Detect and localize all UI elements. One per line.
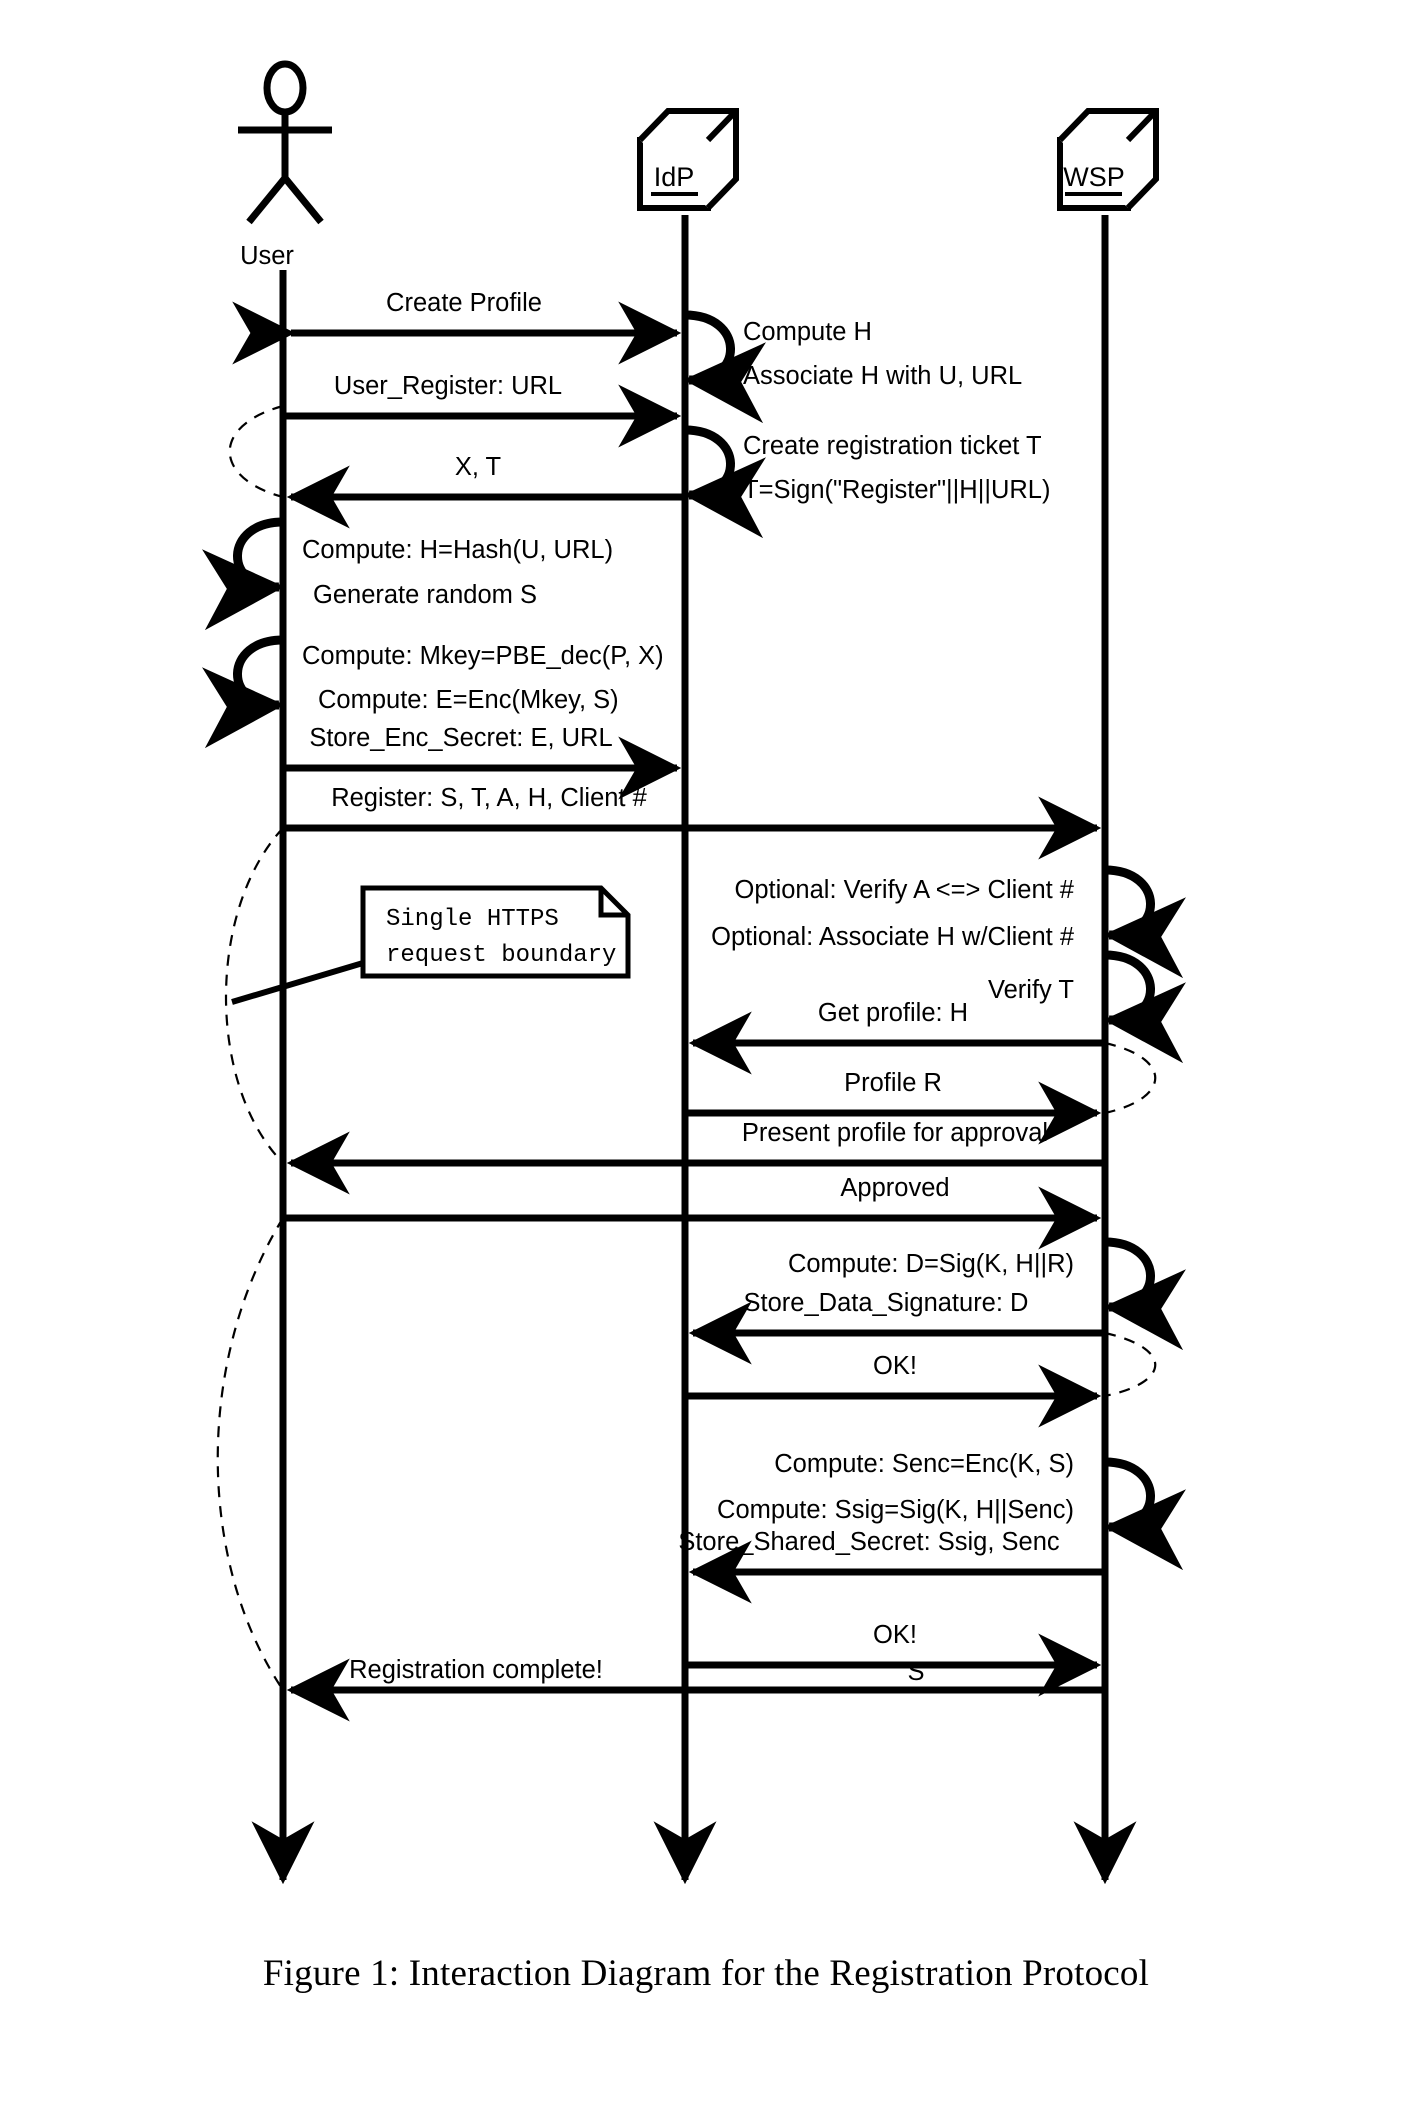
self-call-idp-2 (683, 425, 766, 539)
self-call-note-idp-1-line-2: Associate H with U, URL (743, 362, 1022, 390)
message-label-profile-r: Profile R (844, 1069, 942, 1097)
self-call-note-idp-2-line-2: T=Sign("Register"||H||URL) (743, 476, 1050, 504)
sequence-diagram: User IdP WSP Create Profile User_Registe… (202, 60, 1186, 1885)
message-label-get-profile: Get profile: H (818, 999, 968, 1027)
message-label-create-profile: Create Profile (386, 289, 542, 317)
actor-user-figure (238, 60, 332, 225)
self-call-note-user-1-line-2: Generate random S (313, 581, 537, 609)
self-call-user-1 (202, 517, 285, 631)
self-call-note-idp-1-line-1: Compute H (743, 318, 872, 346)
note-text-line-2: request boundary (386, 942, 616, 969)
message-label-present-profile: Present profile for approval (742, 1119, 1048, 1147)
lifelines (251, 215, 1137, 1885)
bracket-wsp-ok (1104, 1331, 1157, 1398)
figure-page: User IdP WSP Create Profile User_Registe… (0, 0, 1412, 2101)
self-call-note-wsp-1-line-1: Optional: Verify A <=> Client # (734, 876, 1074, 904)
message-label-ok-1: OK! (873, 1352, 917, 1380)
self-call-wsp-2 (1103, 950, 1186, 1064)
bracket-full (216, 1217, 284, 1691)
figure-caption: Figure 1: Interaction Diagram for the Re… (262, 1953, 1150, 1994)
message-label-registration-complete: Registration complete! (349, 1656, 603, 1684)
message-label-register: Register: S, T, A, H, Client # (331, 784, 647, 812)
message-label-user-register: User_Register: URL (334, 372, 562, 400)
message-label-s: S (907, 1658, 924, 1686)
self-call-note-wsp-4-line-2: Compute: Ssig=Sig(K, H||Senc) (717, 1496, 1074, 1524)
self-call-note-user-2-line-1: Compute: Mkey=PBE_dec(P, X) (302, 642, 664, 670)
bracket-wsp-profile (1104, 1041, 1157, 1115)
message-label-approved: Approved (840, 1174, 949, 1202)
self-call-note-user-2-line-2: Compute: E=Enc(Mkey, S) (318, 686, 619, 714)
message-label-ok-2: OK! (873, 1621, 917, 1649)
self-call-idp-1 (683, 310, 766, 424)
box-label-idp: IdP (654, 162, 695, 192)
bracket-small-top (228, 404, 284, 499)
self-call-wsp-3 (1103, 1237, 1186, 1351)
box-label-wsp: WSP (1063, 162, 1125, 192)
self-call-wsp-4 (1103, 1457, 1186, 1571)
actor-label-user: User (240, 242, 294, 270)
self-call-note-wsp-1-line-2: Optional: Associate H w/Client # (711, 923, 1075, 951)
note-text-line-1: Single HTTPS (386, 906, 559, 933)
self-call-note-user-1-line-1: Compute: H=Hash(U, URL) (302, 536, 613, 564)
message-label-x-t: X, T (455, 453, 501, 481)
message-label-store-enc-secret: Store_Enc_Secret: E, URL (309, 724, 612, 752)
self-call-user-2 (202, 635, 285, 749)
message-label-store-shared-secret: Store_Shared_Secret: Ssig, Senc (678, 1528, 1060, 1556)
self-call-note-idp-2-line-1: Create registration ticket T (743, 432, 1042, 460)
note-pointer-line (231, 960, 364, 1005)
self-call-note-wsp-4-line-1: Compute: Senc=Enc(K, S) (774, 1450, 1074, 1478)
self-call-note-wsp-3-line-1: Compute: D=Sig(K, H||R) (788, 1250, 1074, 1278)
self-call-note-wsp-2-line-1: Verify T (988, 976, 1074, 1004)
message-label-store-data-signature: Store_Data_Signature: D (744, 1289, 1029, 1317)
self-call-wsp-1 (1103, 865, 1186, 979)
